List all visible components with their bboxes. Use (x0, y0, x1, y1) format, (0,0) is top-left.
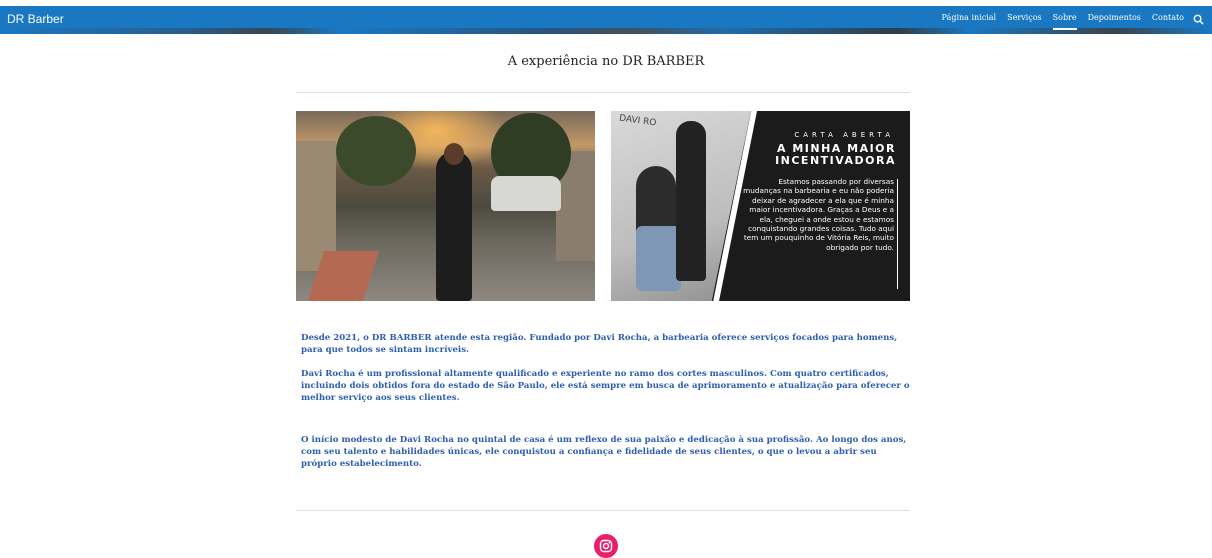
bottom-divider (296, 510, 910, 511)
about-paragraph-2: Davi Rocha é um profissional altamente q… (301, 369, 910, 403)
brand-logo-link[interactable]: DR Barber (7, 12, 64, 26)
top-divider (296, 92, 910, 93)
nav-item-depoimentos[interactable]: Depoimentos (1088, 13, 1141, 22)
instagram-glyph-icon (599, 539, 613, 553)
about-paragraph-1: Desde 2021, o DR BARBER atende esta regi… (301, 333, 898, 355)
card-title: A MINHA MAIOR INCENTIVADORA (775, 142, 896, 167)
nav-item-sobre[interactable]: Sobre (1052, 13, 1077, 30)
header-banner-strip (0, 28, 1212, 34)
page-title: A experiência no DR BARBER (507, 54, 705, 69)
instagram-icon[interactable] (594, 534, 618, 558)
barber-street-photo (296, 111, 595, 301)
nav-item-pagina-inicial[interactable]: Página inicial (942, 13, 997, 22)
top-navigation-bar: DR Barber Página inicial Serviços Sobre … (0, 6, 1212, 34)
open-letter-card: DAVI RO CARTA ABERTA A MINHA MAIOR INCEN… (611, 111, 910, 301)
nav-item-contato[interactable]: Contato (1152, 13, 1184, 22)
search-icon[interactable] (1193, 14, 1204, 25)
card-body-text: Estamos passando por diversas mudanças n… (743, 177, 894, 252)
nav-item-servicos[interactable]: Serviços (1007, 13, 1042, 22)
card-accent-bar (897, 179, 898, 289)
about-paragraph-3: O início modesto de Davi Rocha no quinta… (301, 435, 907, 469)
main-nav: Página inicial Serviços Sobre Depoimento… (942, 13, 1184, 30)
card-kicker: CARTA ABERTA (794, 131, 894, 139)
